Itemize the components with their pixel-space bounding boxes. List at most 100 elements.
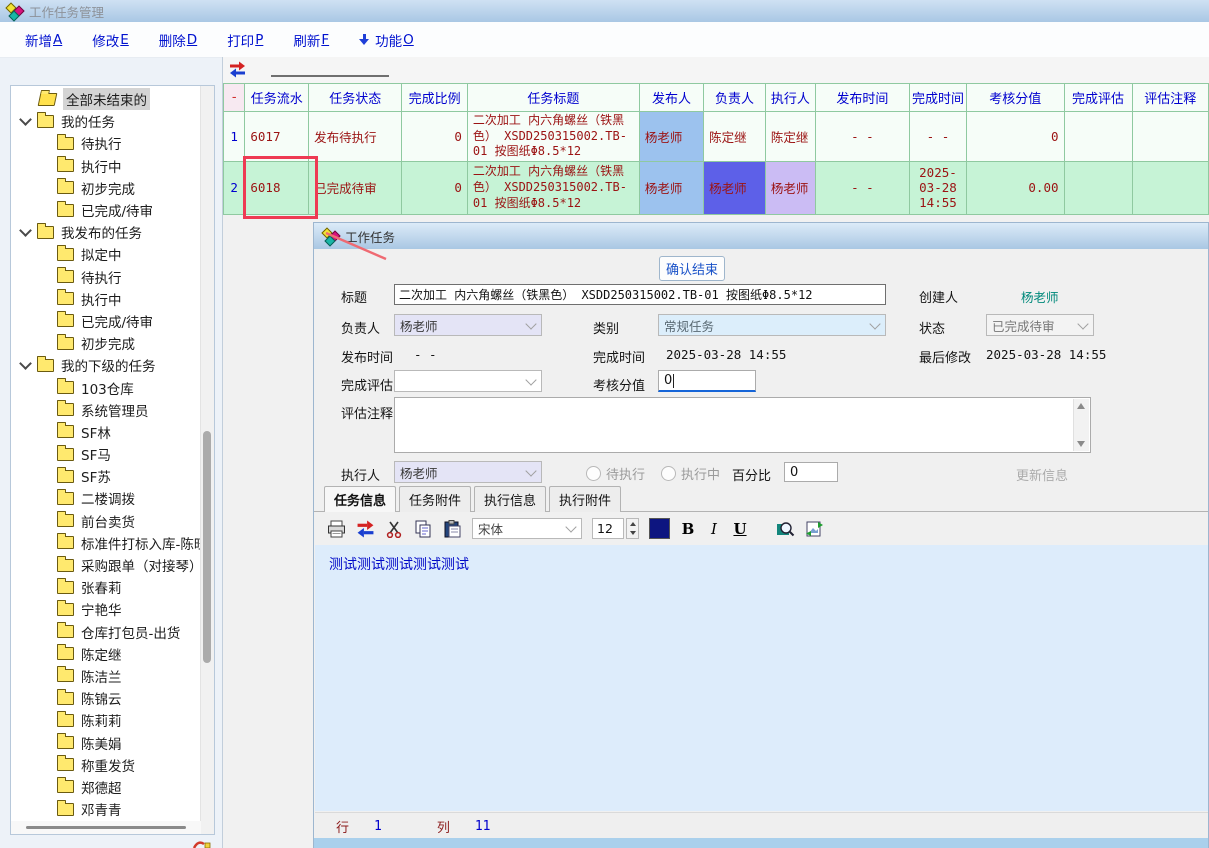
print-icon[interactable] bbox=[327, 520, 346, 538]
chevron-expanded-icon[interactable] bbox=[19, 224, 32, 237]
swap-arrows-icon[interactable] bbox=[356, 520, 375, 538]
dialog-titlebar[interactable]: 工作任务 bbox=[314, 223, 1208, 249]
font-size-spinner[interactable] bbox=[626, 518, 639, 539]
underline-button[interactable]: U bbox=[732, 520, 748, 538]
tree-item-前台卖货[interactable]: 前台卖货 bbox=[11, 510, 201, 532]
tree-item-待执行[interactable]: 待执行 bbox=[11, 132, 201, 154]
spinner-up-icon[interactable] bbox=[630, 522, 636, 526]
tree-item-宁艳华[interactable]: 宁艳华 bbox=[11, 598, 201, 620]
tree-item-陈锦云[interactable]: 陈锦云 bbox=[11, 687, 201, 709]
radio-pending[interactable]: 待执行 bbox=[586, 464, 645, 483]
cut-icon[interactable] bbox=[385, 520, 404, 538]
tree-item-已完成/待审[interactable]: 已完成/待审 bbox=[11, 199, 201, 221]
menu-refresh-button[interactable]: 刷新F bbox=[293, 30, 329, 50]
menu-functions-button[interactable]: 功能O bbox=[359, 30, 414, 50]
column-header-评估注释[interactable]: 评估注释 bbox=[1132, 84, 1209, 112]
tree-item-已完成/待审[interactable]: 已完成/待审 bbox=[11, 310, 201, 332]
scroll-down-icon[interactable] bbox=[1077, 441, 1085, 447]
tree-item-邓青青[interactable]: 邓青青 bbox=[11, 798, 201, 820]
editor-content[interactable]: 测试测试测试测试测试 bbox=[315, 545, 1208, 811]
tree-item-二楼调拨[interactable]: 二楼调拨 bbox=[11, 487, 201, 509]
column-header-执行人[interactable]: 执行人 bbox=[765, 84, 815, 112]
menu-print-button[interactable]: 打印P bbox=[227, 30, 263, 50]
evaluation-select[interactable] bbox=[394, 370, 542, 392]
tree-item-采购跟单（对接琴）[interactable]: 采购跟单（对接琴） bbox=[11, 554, 201, 576]
tab-任务附件[interactable]: 任务附件 bbox=[399, 486, 471, 512]
column-header-发布时间[interactable]: 发布时间 bbox=[815, 84, 909, 112]
tree-item-执行中[interactable]: 执行中 bbox=[11, 155, 201, 177]
paste-icon[interactable] bbox=[443, 520, 462, 538]
tab-执行信息[interactable]: 执行信息 bbox=[474, 486, 546, 512]
tree-item-我的任务[interactable]: 我的任务 bbox=[11, 110, 201, 132]
swap-columns-icon[interactable] bbox=[229, 61, 246, 78]
tab-执行附件[interactable]: 执行附件 bbox=[549, 486, 621, 512]
copy-icon[interactable] bbox=[414, 520, 433, 538]
tree-item-SF苏[interactable]: SF苏 bbox=[11, 465, 201, 487]
tree-item-执行中[interactable]: 执行中 bbox=[11, 288, 201, 310]
sidebar-vertical-scrollbar[interactable] bbox=[200, 86, 214, 834]
bold-button[interactable]: B bbox=[680, 520, 696, 538]
font-color-swatch[interactable] bbox=[649, 518, 670, 539]
chevron-expanded-icon[interactable] bbox=[19, 113, 32, 126]
tree-item-陈莉莉[interactable]: 陈莉莉 bbox=[11, 709, 201, 731]
tree-item-待执行[interactable]: 待执行 bbox=[11, 266, 201, 288]
category-select[interactable]: 常规任务 bbox=[658, 314, 886, 336]
scrollbar-thumb[interactable] bbox=[203, 431, 211, 663]
column-header--[interactable]: - bbox=[224, 84, 245, 112]
tree-item-SF马[interactable]: SF马 bbox=[11, 443, 201, 465]
tree-item-陈洁兰[interactable]: 陈洁兰 bbox=[11, 665, 201, 687]
column-header-负责人[interactable]: 负责人 bbox=[704, 84, 766, 112]
tree-item-初步完成[interactable]: 初步完成 bbox=[11, 332, 201, 354]
tree-item-张春莉[interactable]: 张春莉 bbox=[11, 576, 201, 598]
font-size-input[interactable]: 12 bbox=[592, 518, 624, 539]
italic-button[interactable]: I bbox=[706, 520, 722, 538]
tree-item-我的下级的任务[interactable]: 我的下级的任务 bbox=[11, 354, 201, 376]
task-row-6017[interactable]: 16017发布待执行0二次加工 内六角螺丝（铁黑色） XSDD250315002… bbox=[224, 112, 1209, 162]
find-icon[interactable] bbox=[776, 520, 795, 538]
menu-edit-button[interactable]: 修改E bbox=[92, 30, 129, 50]
tree-item-全部未结束的[interactable]: 全部未结束的 bbox=[11, 88, 201, 110]
tree-item-称重发货[interactable]: 称重发货 bbox=[11, 754, 201, 776]
tree-item-郑德超[interactable]: 郑德超 bbox=[11, 776, 201, 798]
scrollbar-thumb[interactable] bbox=[26, 826, 186, 829]
column-header-完成比例[interactable]: 完成比例 bbox=[402, 84, 467, 112]
sidebar-horizontal-scrollbar[interactable] bbox=[11, 821, 201, 834]
menu-add-button[interactable]: 新增A bbox=[25, 30, 62, 50]
title-input[interactable]: 二次加工 内六角螺丝（铁黑色） XSDD250315002.TB-01 按图纸Φ… bbox=[394, 284, 886, 305]
column-header-任务状态[interactable]: 任务状态 bbox=[309, 84, 402, 112]
tree-item-103仓库[interactable]: 103仓库 bbox=[11, 376, 201, 398]
tree-item-拟定中[interactable]: 拟定中 bbox=[11, 243, 201, 265]
tree-item-初步完成[interactable]: 初步完成 bbox=[11, 177, 201, 199]
tree-item-我发布的任务[interactable]: 我发布的任务 bbox=[11, 221, 201, 243]
column-header-任务流水[interactable]: 任务流水 bbox=[245, 84, 309, 112]
font-family-select[interactable]: 宋体 bbox=[472, 518, 582, 539]
menu-delete-button[interactable]: 删除D bbox=[159, 30, 197, 50]
tree-item-SF林[interactable]: SF林 bbox=[11, 421, 201, 443]
score-input[interactable]: 0 bbox=[658, 370, 756, 392]
owner-select[interactable]: 杨老师 bbox=[394, 314, 542, 336]
status-select[interactable]: 已完成待审 bbox=[986, 314, 1094, 336]
task-row-6018[interactable]: 26018已完成待审0二次加工 内六角螺丝（铁黑色） XSDD250315002… bbox=[224, 161, 1209, 214]
column-header-任务标题[interactable]: 任务标题 bbox=[467, 84, 639, 112]
radio-running[interactable]: 执行中 bbox=[661, 464, 720, 483]
tree-item-系统管理员[interactable]: 系统管理员 bbox=[11, 399, 201, 421]
tree-item-陈美娟[interactable]: 陈美娟 bbox=[11, 731, 201, 753]
chevron-expanded-icon[interactable] bbox=[19, 357, 32, 370]
tree-item-仓库打包员-出货[interactable]: 仓库打包员-出货 bbox=[11, 621, 201, 643]
column-header-考核分值[interactable]: 考核分值 bbox=[966, 84, 1064, 112]
spinner-down-icon[interactable] bbox=[630, 531, 636, 535]
textarea-scrollbar[interactable] bbox=[1073, 399, 1089, 451]
tree-item-陈定继[interactable]: 陈定继 bbox=[11, 643, 201, 665]
executor-select[interactable]: 杨老师 bbox=[394, 461, 542, 483]
column-header-发布人[interactable]: 发布人 bbox=[639, 84, 703, 112]
column-header-完成时间[interactable]: 完成时间 bbox=[909, 84, 966, 112]
scroll-up-icon[interactable] bbox=[1077, 403, 1085, 409]
column-header-完成评估[interactable]: 完成评估 bbox=[1064, 84, 1132, 112]
tab-任务信息[interactable]: 任务信息 bbox=[324, 486, 396, 512]
tree-item-标准件打标入库-陈旺勇[interactable]: 标准件打标入库-陈旺勇 bbox=[11, 532, 201, 554]
percent-input[interactable]: 0 bbox=[784, 462, 838, 482]
eval-note-textarea[interactable] bbox=[394, 397, 1091, 453]
update-info-button[interactable]: 更新信息 bbox=[1016, 465, 1068, 484]
insert-picture-icon[interactable] bbox=[805, 520, 824, 538]
confirm-finish-button[interactable]: 确认结束 bbox=[659, 256, 725, 281]
